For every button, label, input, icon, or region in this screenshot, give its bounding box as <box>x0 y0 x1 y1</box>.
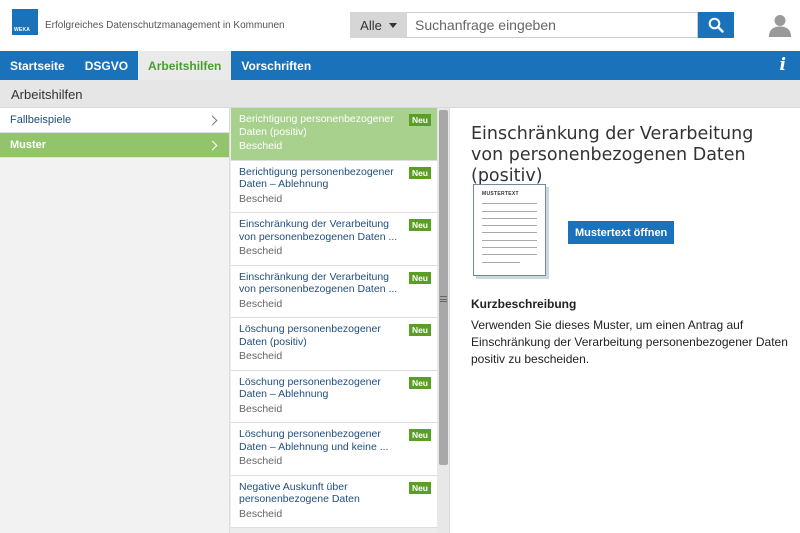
main-nav: Startseite DSGVO Arbeitshilfen Vorschrif… <box>0 51 800 80</box>
list-item-type: Bescheid <box>239 297 283 310</box>
nav-item-startseite[interactable]: Startseite <box>0 51 75 80</box>
chevron-right-icon <box>207 115 218 125</box>
section-title: Kurzbeschreibung <box>471 297 577 311</box>
list-item-title: Einschränkung der Verarbeitung von perso… <box>239 218 398 243</box>
list-item-title: Berichtigung personenbezogener Daten (po… <box>239 113 394 138</box>
list-item[interactable]: Löschung personenbezogener Daten (positi… <box>231 318 437 371</box>
list-item-title: Löschung personenbezogener Daten (positi… <box>239 323 381 348</box>
search-scope-value: Alle <box>360 17 382 33</box>
sidebar-item-fallbeispiele[interactable]: Fallbeispiele <box>0 108 229 133</box>
page-title: Arbeitshilfen <box>11 87 83 102</box>
thumbnail-line <box>482 232 537 233</box>
nav-item-arbeitshilfen[interactable]: Arbeitshilfen <box>138 51 232 80</box>
document-list: Berichtigung personenbezogener Daten (po… <box>231 108 437 528</box>
logo-text: WEKA <box>14 27 31 33</box>
list-item-title: Einschränkung der Verarbeitung von perso… <box>239 270 398 296</box>
nav-item-dsgvo[interactable]: DSGVO <box>75 51 138 80</box>
list-item[interactable]: Berichtigung personenbezogener Daten (po… <box>231 108 437 161</box>
list-item-type: Bescheid <box>239 402 283 415</box>
list-item-type: Bescheid <box>239 350 283 362</box>
list-item[interactable]: Löschung personenbezogener Daten – Ableh… <box>231 370 437 423</box>
list-item[interactable]: Löschung personenbezogener Daten – Ableh… <box>231 423 437 476</box>
thumbnail-line <box>482 254 537 255</box>
list-item[interactable]: Berichtigung personenbezogener Daten – A… <box>231 160 437 213</box>
thumbnail-line <box>482 225 537 226</box>
category-sidebar: Fallbeispiele Muster <box>0 108 230 533</box>
user-icon[interactable] <box>768 13 792 37</box>
thumbnail-line <box>482 247 537 248</box>
thumbnail-line <box>482 211 537 212</box>
list-item[interactable]: Einschränkung der Verarbeitung von perso… <box>231 213 437 266</box>
list-item-type: Bescheid <box>239 455 283 467</box>
list-item-type: Bescheid <box>239 140 283 152</box>
chevron-right-icon <box>207 140 218 150</box>
list-item-type: Bescheid <box>239 192 283 205</box>
new-badge: Neu <box>408 376 431 389</box>
search-input[interactable] <box>407 12 698 38</box>
thumbnail-label: MUSTERTEXT <box>482 191 519 197</box>
list-item-title: Löschung personenbezogener Daten – Ableh… <box>239 375 381 401</box>
sidebar-item-label: Fallbeispiele <box>10 114 72 126</box>
list-item[interactable]: Einschränkung der Verarbeitung von perso… <box>231 265 437 318</box>
new-badge: Neu <box>408 271 431 284</box>
nav-item-vorschriften[interactable]: Vorschriften <box>231 51 321 80</box>
info-icon[interactable]: i <box>780 55 786 75</box>
list-item-title: Löschung personenbezogener Daten – Ableh… <box>239 428 389 453</box>
list-item-title: Negative Auskunft über personenbezogene … <box>239 480 360 506</box>
open-mustertext-button[interactable]: Mustertext öffnen <box>568 221 675 244</box>
new-badge: Neu <box>408 166 431 179</box>
list-item-type: Bescheid <box>239 507 283 520</box>
document-list-panel: Berichtigung personenbezogener Daten (po… <box>230 108 450 533</box>
document-thumbnail[interactable]: MUSTERTEXT <box>473 184 546 276</box>
new-badge: Neu <box>408 219 431 231</box>
search-button[interactable] <box>698 12 734 38</box>
list-item-title: Berichtigung personenbezogener Daten – A… <box>239 165 394 191</box>
thumbnail-line <box>482 262 520 263</box>
new-badge: Neu <box>408 481 431 494</box>
new-badge: Neu <box>408 429 431 441</box>
section-description: Verwenden Sie dieses Muster, um einen An… <box>471 318 788 366</box>
document-title: Einschränkung der Verarbeitung von perso… <box>471 124 754 186</box>
app-title: Erfolgreiches Datenschutzmanagement in K… <box>45 20 285 31</box>
caret-down-icon <box>388 22 397 28</box>
sidebar-item-label: Muster <box>10 139 47 151</box>
search-icon <box>708 17 724 33</box>
new-badge: Neu <box>408 114 431 126</box>
app-header: WEKA Erfolgreiches Datenschutzmanagement… <box>0 0 800 51</box>
search-bar: Alle <box>350 12 734 38</box>
thumbnail-line <box>482 218 537 219</box>
document-detail: Einschränkung der Verarbeitung von perso… <box>451 108 800 533</box>
search-scope-select[interactable]: Alle <box>350 12 407 38</box>
scrollbar-thumb[interactable] <box>439 110 448 465</box>
list-item-type: Bescheid <box>239 245 283 257</box>
weka-logo[interactable]: WEKA <box>12 9 38 35</box>
thumbnail-line <box>482 203 537 204</box>
breadcrumb: Arbeitshilfen <box>0 80 800 108</box>
sidebar-item-muster[interactable]: Muster <box>0 133 229 158</box>
thumbnail-line <box>482 240 537 241</box>
list-item[interactable]: Negative Auskunft über personenbezogene … <box>231 475 437 528</box>
new-badge: Neu <box>408 324 431 336</box>
scroll-grip-icon <box>440 296 447 302</box>
